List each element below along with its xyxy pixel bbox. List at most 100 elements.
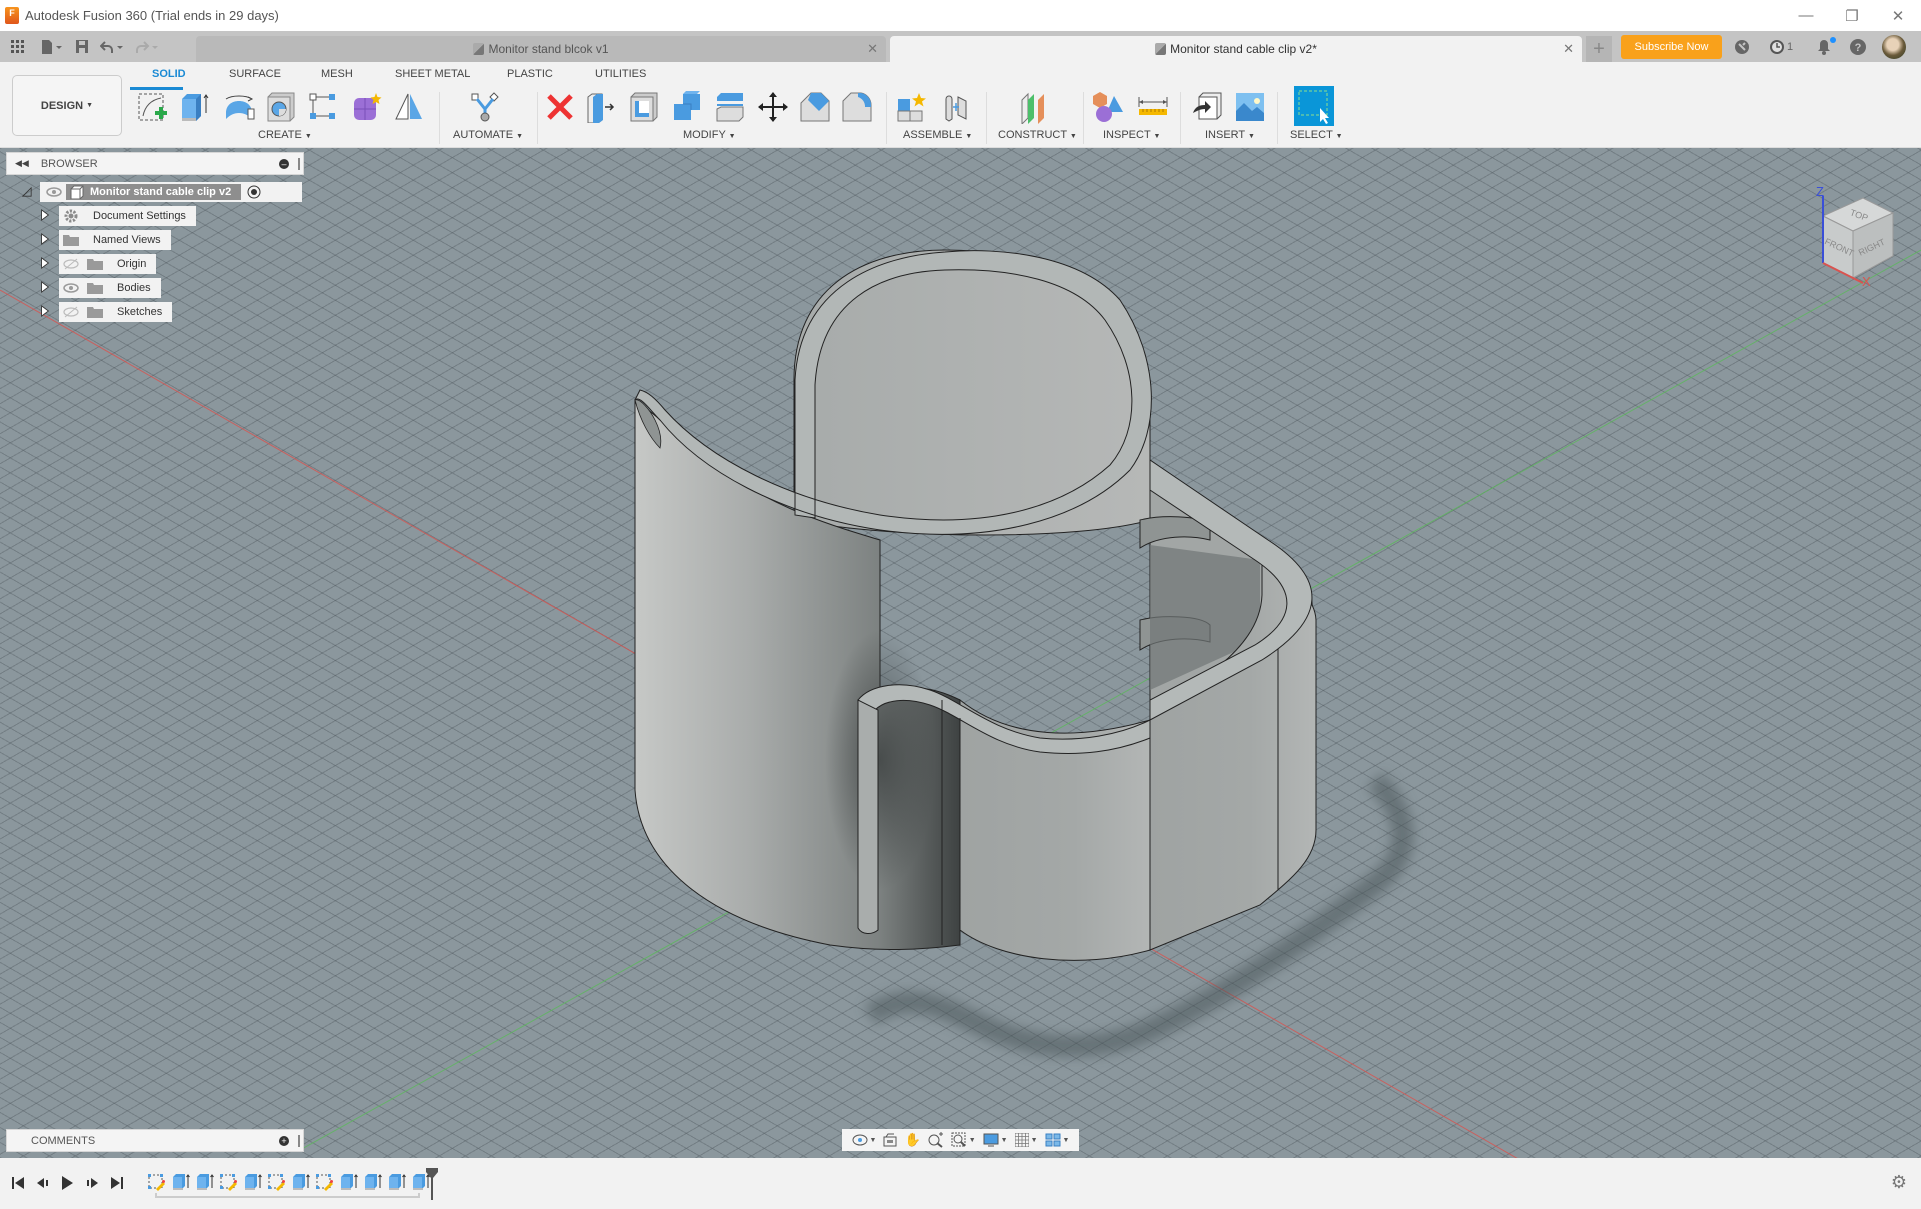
- tab-surface[interactable]: SURFACE: [229, 68, 281, 80]
- orbit-button[interactable]: ▼: [852, 1133, 876, 1147]
- step-back-button[interactable]: [34, 1172, 52, 1194]
- expand-triangle-icon[interactable]: [40, 257, 50, 269]
- timeline-feature-extrude-icon[interactable]: [387, 1172, 407, 1192]
- insert-canvas-button[interactable]: [1233, 89, 1267, 125]
- eye-hidden-icon[interactable]: [63, 306, 79, 318]
- save-icon[interactable]: [70, 31, 94, 62]
- offset-face-button[interactable]: [713, 89, 747, 125]
- viewports-button[interactable]: ▼: [1045, 1133, 1069, 1147]
- revolve-button[interactable]: [222, 89, 256, 125]
- fit-window-button[interactable]: ▼: [951, 1132, 976, 1148]
- tab-utilities[interactable]: UTILITIES: [595, 68, 646, 80]
- notifications-bell-icon[interactable]: [1814, 37, 1836, 57]
- extensions-icon[interactable]: [1732, 37, 1752, 57]
- new-tab-plus-icon[interactable]: +: [1586, 36, 1612, 62]
- select-menu[interactable]: SELECT ▼: [1290, 129, 1343, 141]
- timeline-feature-extrude-icon[interactable]: [291, 1172, 311, 1192]
- redo-icon[interactable]: [130, 31, 164, 62]
- insert-derive-button[interactable]: [1190, 89, 1224, 125]
- tab-solid[interactable]: SOLID: [152, 68, 186, 80]
- panel-grip[interactable]: [298, 157, 300, 170]
- play-button[interactable]: [58, 1172, 76, 1194]
- create-sketch-button[interactable]: [136, 89, 170, 125]
- shell-button[interactable]: [627, 89, 661, 125]
- measure-button[interactable]: [1136, 89, 1170, 125]
- insert-menu[interactable]: INSERT ▼: [1205, 129, 1255, 141]
- close-tab-icon[interactable]: ✕: [867, 41, 878, 57]
- 3d-canvas-viewport[interactable]: TOP FRONT RIGHT Z X: [0, 148, 1921, 1158]
- tab-mesh[interactable]: MESH: [321, 68, 353, 80]
- minimize-button[interactable]: —: [1783, 0, 1829, 31]
- collapse-triangle-icon[interactable]: [22, 186, 32, 198]
- timeline-settings-gear-icon[interactable]: ⚙: [1891, 1172, 1907, 1193]
- zoom-button[interactable]: [928, 1132, 944, 1148]
- look-at-button[interactable]: [883, 1133, 897, 1147]
- browser-node[interactable]: Document Settings: [59, 206, 196, 226]
- press-pull-button[interactable]: [584, 89, 618, 125]
- offset-plane-button[interactable]: [1017, 89, 1051, 125]
- tab-monitor-stand-block[interactable]: Monitor stand blcok v1 ✕: [196, 36, 886, 62]
- panel-grip[interactable]: [298, 1134, 300, 1147]
- file-menu-button[interactable]: [34, 31, 70, 62]
- combine-button[interactable]: [670, 89, 704, 125]
- timeline-feature-extrude-icon[interactable]: [195, 1172, 215, 1192]
- browser-minimize-icon[interactable]: –: [279, 158, 289, 169]
- timeline-feature-sketch-icon[interactable]: [267, 1172, 287, 1192]
- browser-node[interactable]: Sketches: [59, 302, 173, 322]
- go-to-start-button[interactable]: [9, 1172, 27, 1194]
- close-tab-icon[interactable]: ✕: [1563, 41, 1574, 57]
- create-menu[interactable]: CREATE ▼: [258, 129, 312, 141]
- help-icon[interactable]: ?: [1848, 37, 1868, 57]
- eye-icon[interactable]: [46, 186, 62, 198]
- expand-triangle-icon[interactable]: [40, 209, 50, 221]
- timeline-feature-extrude-icon[interactable]: [171, 1172, 191, 1192]
- timeline-feature-sketch-icon[interactable]: [147, 1172, 167, 1192]
- browser-root-node[interactable]: Monitor stand cable clip v2: [40, 182, 302, 202]
- viewcube[interactable]: TOP FRONT RIGHT Z X: [1780, 168, 1921, 308]
- expand-triangle-icon[interactable]: [40, 233, 50, 245]
- undo-icon[interactable]: [94, 31, 130, 62]
- subscribe-now-button[interactable]: Subscribe Now: [1621, 35, 1722, 59]
- timeline-feature-sketch-icon[interactable]: [219, 1172, 239, 1192]
- assemble-menu[interactable]: ASSEMBLE ▼: [903, 129, 972, 141]
- automate-menu[interactable]: AUTOMATE ▼: [453, 129, 523, 141]
- browser-node[interactable]: Origin: [59, 254, 157, 274]
- restore-button[interactable]: ❐: [1829, 0, 1875, 31]
- timeline-feature-extrude-icon[interactable]: [339, 1172, 359, 1192]
- delete-button[interactable]: [543, 89, 577, 125]
- interference-button[interactable]: [1092, 89, 1126, 125]
- tab-monitor-stand-cable-clip[interactable]: Monitor stand cable clip v2* ✕: [890, 36, 1582, 62]
- modify-menu[interactable]: MODIFY ▼: [683, 129, 736, 141]
- mirror-button[interactable]: [392, 89, 426, 125]
- create-form-button[interactable]: [350, 89, 384, 125]
- go-to-end-button[interactable]: [108, 1172, 126, 1194]
- automate-button[interactable]: [468, 89, 502, 125]
- inspect-menu[interactable]: INSPECT ▼: [1103, 129, 1160, 141]
- tab-sheet-metal[interactable]: SHEET METAL: [395, 68, 470, 80]
- browser-panel-header[interactable]: ◀◀ BROWSER –: [6, 152, 304, 175]
- eye-hidden-icon[interactable]: [63, 258, 79, 270]
- activate-radio-icon[interactable]: [247, 185, 261, 199]
- fillet-button[interactable]: [840, 89, 874, 125]
- timeline-feature-sketch-icon[interactable]: [315, 1172, 335, 1192]
- user-avatar[interactable]: [1882, 35, 1906, 59]
- browser-node[interactable]: Named Views: [59, 230, 171, 250]
- move-copy-button[interactable]: [756, 89, 790, 125]
- step-forward-button[interactable]: [83, 1172, 101, 1194]
- chamfer-button[interactable]: [798, 89, 832, 125]
- tab-plastic[interactable]: PLASTIC: [507, 68, 553, 80]
- grid-snap-button[interactable]: ▼: [1014, 1133, 1038, 1147]
- collapse-panel-icon[interactable]: ◀◀: [15, 158, 29, 169]
- job-status-clock-icon[interactable]: 1: [1766, 37, 1796, 57]
- expand-triangle-icon[interactable]: [40, 305, 50, 317]
- eye-icon[interactable]: [63, 282, 79, 294]
- timeline-feature-extrude-icon[interactable]: [243, 1172, 263, 1192]
- construct-menu[interactable]: CONSTRUCT ▼: [998, 129, 1077, 141]
- window-select-button[interactable]: [1294, 86, 1334, 126]
- expand-triangle-icon[interactable]: [40, 281, 50, 293]
- pan-button[interactable]: ✋: [904, 1132, 920, 1148]
- timeline-marker[interactable]: [426, 1168, 438, 1200]
- comments-panel-header[interactable]: COMMENTS +: [6, 1129, 304, 1152]
- data-panel-grid-icon[interactable]: [0, 31, 34, 62]
- joint-button[interactable]: [940, 89, 974, 125]
